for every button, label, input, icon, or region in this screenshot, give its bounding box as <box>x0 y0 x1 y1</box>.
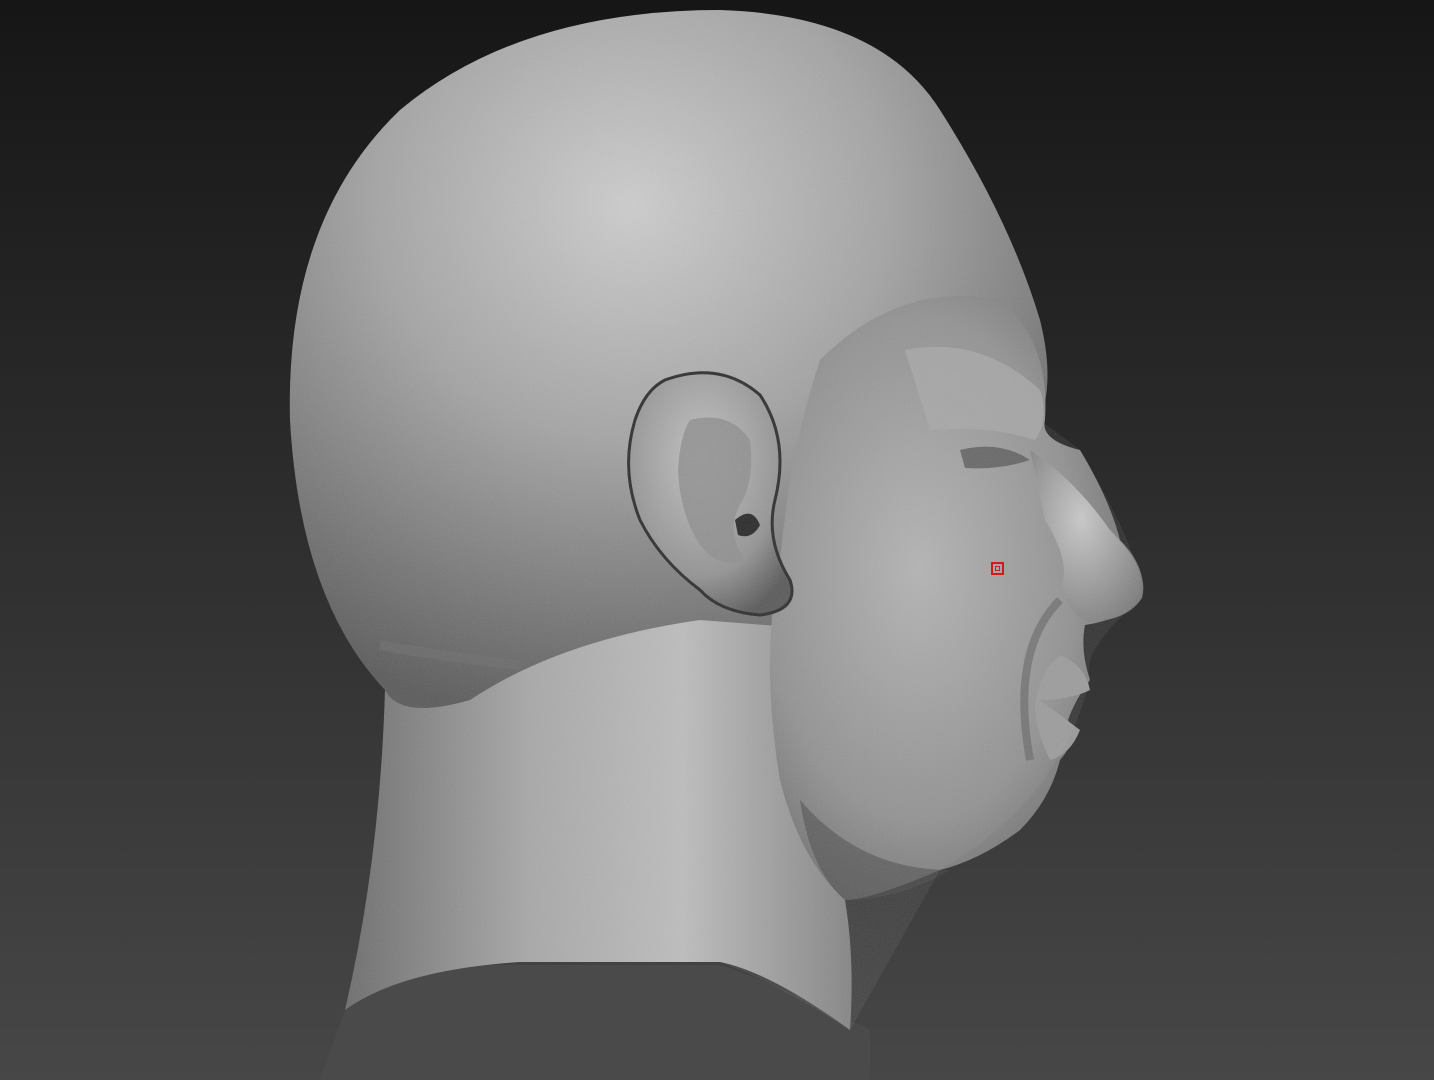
sculpt-canvas[interactable] <box>0 0 1434 1080</box>
sculpt-viewport[interactable] <box>0 0 1434 1080</box>
